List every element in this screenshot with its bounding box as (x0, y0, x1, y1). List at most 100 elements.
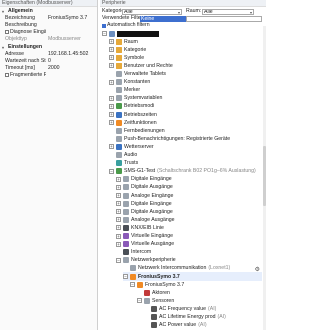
expand-icon[interactable]: + (109, 55, 114, 61)
expand-icon[interactable]: + (116, 225, 121, 231)
green-icon (116, 168, 122, 175)
tree-item-label: Konstanten (124, 79, 151, 86)
chevron-down-icon: ▾ (249, 9, 252, 15)
grey-icon (123, 216, 129, 223)
expand-icon[interactable]: + (116, 193, 121, 198)
tree-item-label: Digitale Ausgänge (131, 184, 173, 191)
tree-scrollbar[interactable] (263, 26, 266, 330)
grey-icon (130, 265, 136, 272)
expand-icon[interactable]: + (116, 201, 121, 207)
tree-item-label: Push-Benachrichtigungen: Registrierte Ge… (124, 135, 231, 142)
tree-item-label: Fernbedienungen (124, 127, 165, 134)
green-icon (116, 103, 122, 110)
folder-icon (116, 54, 122, 61)
tree-item-label: Zeitfunktionen (124, 119, 157, 126)
category-select[interactable]: Alle ▾ (122, 8, 182, 15)
gear-icon[interactable]: ⚙ (255, 266, 260, 273)
tree-item-label: Virtuelle Ausgänge (131, 241, 175, 248)
expand-icon[interactable]: + (116, 217, 121, 223)
auto-filter-label: Automatisch filtern (107, 22, 150, 28)
collapse-icon[interactable]: − (116, 257, 121, 263)
plug-icon (151, 322, 157, 329)
tree-item-label: Merker (124, 87, 141, 94)
prop-value[interactable] (46, 22, 98, 29)
expand-icon[interactable]: + (109, 103, 114, 109)
prop-row-diagnose[interactable]: Diagnose Eingä... (0, 29, 98, 36)
section-general[interactable]: ▾ Allgemein (0, 8, 98, 15)
expand-icon[interactable]: + (109, 47, 114, 53)
tree-item-label: Intercom (131, 249, 152, 256)
grey-icon (116, 127, 122, 134)
diagnose-checkbox[interactable] (5, 29, 9, 34)
tree-item-suffix: (Schaltschrank B02 PO1g–6% Auslastung) (157, 168, 256, 175)
tree-item-label: Symbole (124, 54, 145, 61)
tree-item-label: Audio (124, 152, 138, 158)
orange-icon (130, 273, 136, 280)
prop-row-adresse[interactable]: Adresse 192.168.1.45:502 (0, 51, 98, 58)
filter-search-input[interactable] (186, 15, 262, 22)
tree-item-label: FroniusSymo 3.7 (138, 273, 180, 280)
tree-item-suffix: (AI) (208, 305, 217, 312)
grey-icon (116, 79, 122, 86)
collapse-icon[interactable]: − (109, 168, 114, 174)
room-select[interactable]: Alle ▾ (202, 8, 254, 15)
category-select-value: Alle (124, 8, 133, 15)
grey-icon (123, 176, 129, 183)
expand-icon[interactable]: + (116, 184, 121, 190)
prop-value[interactable]: FroniusSymo 3.7 (46, 15, 98, 22)
prop-row-fragmentiert[interactable]: Fragmentierte P... (0, 72, 98, 79)
prop-value: Modbusserver (48, 36, 81, 42)
filter-category-label: Kategorie (102, 8, 125, 14)
orange-icon (137, 281, 143, 288)
expand-icon[interactable]: + (109, 112, 114, 117)
prop-value[interactable]: 192.168.1.45:502 (46, 51, 98, 58)
tree-item-label: Aktoren (152, 289, 170, 296)
collapse-icon[interactable]: − (102, 31, 107, 36)
expand-icon[interactable]: + (116, 176, 121, 182)
tree-item-label: Betriebszeiten (124, 111, 157, 118)
expand-icon[interactable]: + (109, 39, 114, 45)
expand-icon[interactable]: + (109, 79, 114, 85)
tree-item-label: Trusts (124, 160, 139, 167)
expand-icon[interactable]: + (109, 95, 114, 101)
expand-icon[interactable]: + (116, 233, 121, 239)
tree-item-label: Analoge Eingänge (131, 192, 174, 199)
scrollbar-thumb[interactable] (263, 146, 266, 206)
redacted-label (117, 30, 159, 37)
prop-value[interactable]: 2000 (46, 65, 98, 72)
expand-icon[interactable]: + (116, 241, 121, 247)
expand-icon[interactable]: + (109, 63, 114, 69)
purple-icon (123, 233, 129, 239)
expand-icon[interactable]: + (116, 209, 121, 215)
section-settings[interactable]: ▾ Einstellungen (0, 44, 98, 51)
filter-used-value[interactable]: Keine Einschränkungen (140, 15, 186, 28)
tree-item-label: Raum (124, 38, 138, 45)
tree-item-label: Analoge Ausgänge (131, 216, 175, 223)
prop-value[interactable]: 0 (46, 58, 98, 65)
tree-item-label: AC Power value (159, 322, 197, 329)
fragment-checkbox[interactable] (5, 72, 9, 77)
collapse-icon[interactable]: − (130, 282, 135, 288)
prop-value (46, 29, 98, 36)
prop-row-wartezeit[interactable]: Wartezeit nach Sta... 0 (0, 58, 98, 65)
prop-row-bezeichnung[interactable]: Bezeichnung FroniusSymo 3.7 (0, 15, 98, 22)
filter-row-1: Kategorie Alle ▾ Raum: Alle ▾ (102, 8, 262, 15)
prop-row-timeout[interactable]: Timeout [ms] 2000 (0, 65, 98, 72)
collapse-icon[interactable]: − (137, 298, 142, 304)
prop-value (46, 72, 98, 79)
expand-icon[interactable]: + (109, 144, 114, 150)
prop-key: Timeout [ms] (5, 65, 35, 71)
tree-item-label: Netzwerk Intercommunikation (138, 265, 207, 272)
grey-icon (123, 200, 129, 207)
collapse-icon[interactable]: − (123, 274, 128, 279)
prop-key: Beschreibung (5, 22, 37, 28)
prop-row-beschreibung[interactable]: Beschreibung (0, 22, 98, 29)
prop-row-objekttyp: Objekttyp Modbusserver (0, 36, 98, 43)
orange-icon (116, 119, 122, 126)
expand-icon[interactable]: + (109, 120, 114, 126)
auto-filter-row[interactable]: Automatisch filtern (102, 22, 262, 29)
auto-filter-checkbox[interactable] (102, 23, 106, 28)
